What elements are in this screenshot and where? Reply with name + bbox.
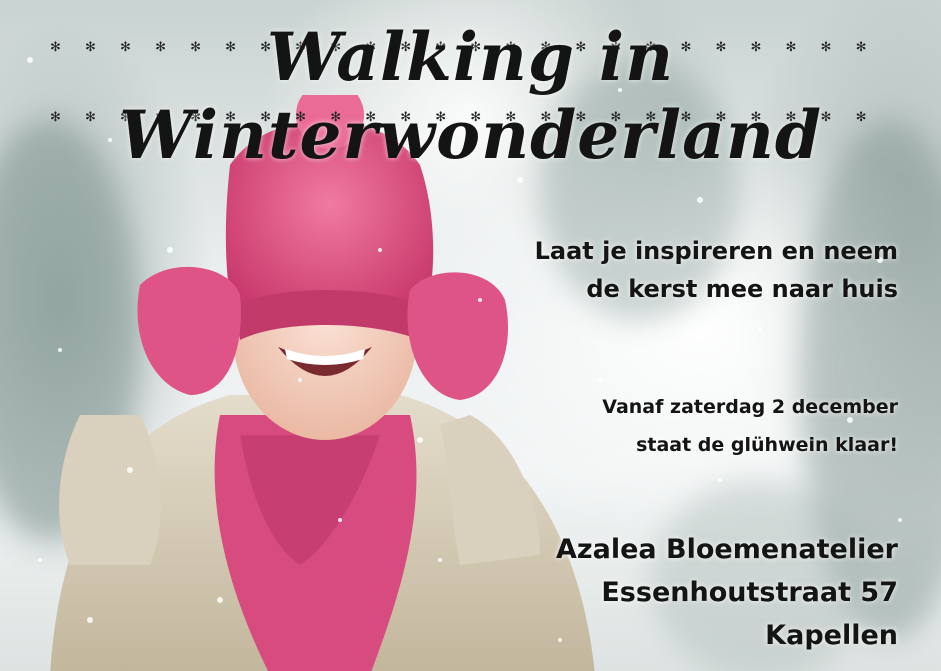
tagline: Laat je inspireren en neem de kerst mee … <box>535 232 898 308</box>
business-name: Azalea Bloemenatelier <box>556 534 898 565</box>
date-info: Vanaf zaterdag 2 december staat de glühw… <box>602 388 898 464</box>
city: Kapellen <box>765 620 898 651</box>
tagline-line: de kerst mee naar huis <box>586 275 898 303</box>
child-photo <box>50 95 595 671</box>
address: Azalea Bloemenatelier Essenhoutstraat 57… <box>556 528 898 657</box>
poster: ✻ ✻ ✻ ✻ ✻ ✻ ✻ ✻ ✻ ✻ ✻ ✻ ✻ ✻ ✻ ✻ ✻ ✻ ✻ ✻ … <box>0 0 941 671</box>
street-address: Essenhoutstraat 57 <box>601 577 898 608</box>
date-info-line: Vanaf zaterdag 2 december <box>602 396 898 418</box>
date-info-line: staat de glühwein klaar! <box>636 434 898 456</box>
tagline-line: Laat je inspireren en neem <box>534 237 898 265</box>
poster-title: Walking in Winterwonderland <box>119 18 822 174</box>
